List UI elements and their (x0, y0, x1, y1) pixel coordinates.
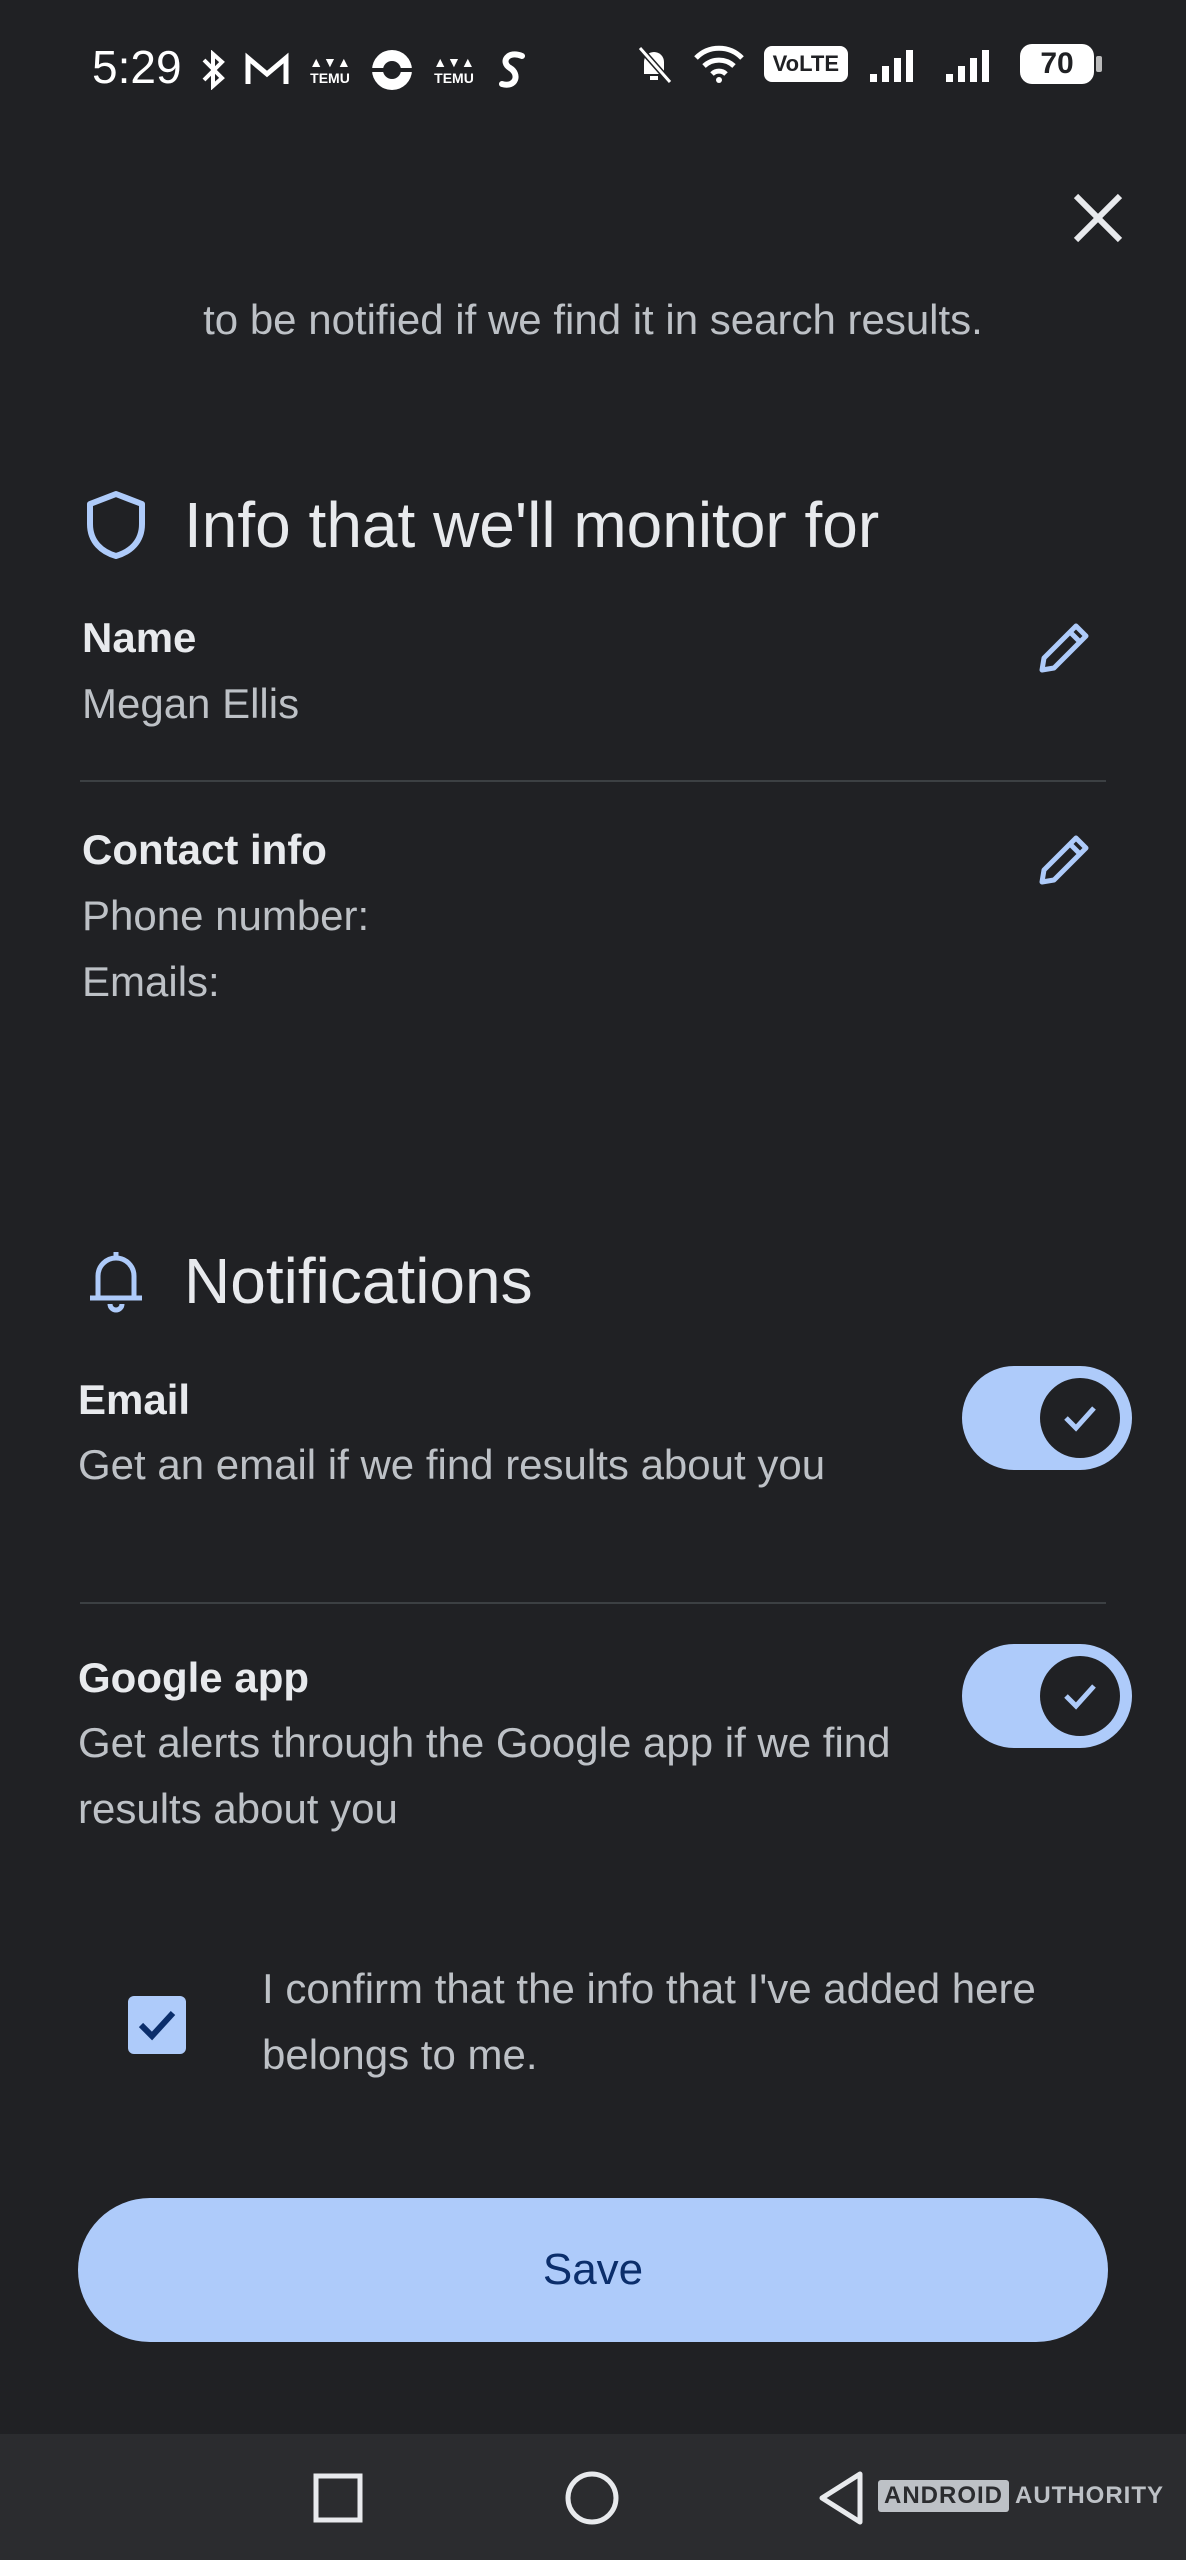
watermark-rest: AUTHORITY (1015, 2482, 1164, 2509)
bluetooth-icon (202, 50, 225, 90)
temu-icon: ▲▼▲ TEMU (433, 54, 475, 86)
monitoring-settings-sheet: to be notified if we find it in search r… (0, 126, 1186, 2434)
toggle-knob (1040, 1378, 1120, 1458)
divider (80, 1602, 1106, 1604)
google-app-notification-label: Google app (78, 1654, 309, 1701)
toggle-knob (1040, 1656, 1120, 1736)
battery-indicator: 70 (1020, 44, 1102, 84)
confirm-checkbox[interactable] (128, 1996, 186, 2054)
monitor-section-header: Info that we'll monitor for (84, 488, 879, 562)
notifications-section-title: Notifications (184, 1245, 533, 1317)
temu-icon: ▲▼▲ TEMU (309, 54, 351, 86)
divider (80, 780, 1106, 782)
bell-icon (90, 1252, 142, 1313)
wifi-icon (693, 45, 744, 83)
signal-icon (946, 50, 989, 82)
status-time: 5:29 (92, 41, 182, 93)
check-icon (1064, 1406, 1096, 1432)
name-value: Megan Ellis (82, 680, 300, 727)
intro-text: to be notified if we find it in search r… (203, 296, 983, 343)
circle-app-icon (372, 50, 412, 90)
contact-info-label: Contact info (82, 826, 327, 873)
monitor-section-title: Info that we'll monitor for (184, 489, 880, 561)
edit-name-pencil-icon[interactable] (1032, 616, 1096, 680)
shield-icon (87, 491, 145, 559)
check-icon (1064, 1684, 1096, 1710)
home-circle-icon[interactable] (562, 2468, 622, 2528)
email-notification-toggle[interactable] (962, 1366, 1132, 1470)
edit-contact-pencil-icon[interactable] (1032, 828, 1096, 892)
bell-off-icon (637, 46, 672, 84)
google-app-notification-description: Get alerts through the Google app if we … (78, 1719, 891, 1832)
status-bar: 5:29 ▲▼▲ TEMU ▲▼▲ TEMU VoLTE 70 (0, 0, 1186, 126)
navigation-bar: ANDROID AUTHORITY (0, 2434, 1186, 2560)
name-label: Name (82, 614, 197, 661)
email-notification-label: Email (78, 1376, 191, 1423)
close-icon[interactable] (1066, 186, 1130, 250)
status-left-icons: ▲▼▲ TEMU ▲▼▲ TEMU (198, 48, 530, 92)
save-button[interactable]: Save (78, 2198, 1108, 2342)
recents-square-icon[interactable] (308, 2468, 368, 2528)
confirm-text: I confirm that the info that I've added … (262, 1965, 1036, 2078)
watermark-boxed: ANDROID (878, 2480, 1009, 2512)
email-notification-description: Get an email if we find results about yo… (78, 1441, 826, 1488)
notifications-section-header: Notifications (84, 1244, 533, 1318)
volte-badge: VoLTE (763, 46, 848, 82)
shazam-icon (499, 51, 525, 88)
gmail-icon (245, 52, 289, 84)
emails-label: Emails: (82, 958, 220, 1005)
signal-icon (870, 50, 913, 82)
status-right-icons: VoLTE 70 (634, 44, 1102, 84)
phone-number-label: Phone number: (82, 892, 370, 939)
google-app-notification-toggle[interactable] (962, 1644, 1132, 1748)
watermark: ANDROID AUTHORITY (878, 2480, 1164, 2512)
back-triangle-icon[interactable] (812, 2468, 872, 2528)
check-icon (138, 2010, 176, 2041)
